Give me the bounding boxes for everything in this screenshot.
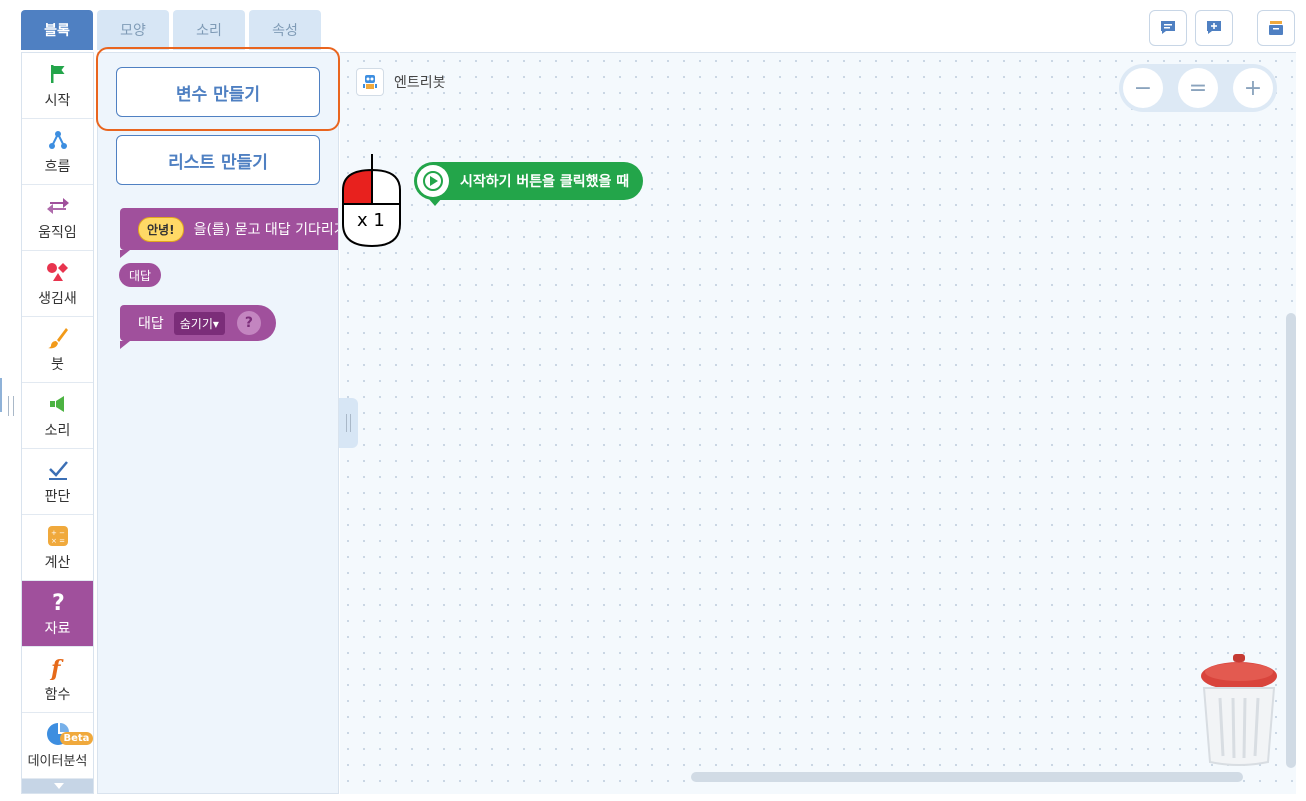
block-palette: 변수 만들기 리스트 만들기 안녕! 을(를) 묻고 대답 기다리기 대답 대답… [97,52,339,794]
answer-block[interactable]: 대답 [119,263,162,287]
comment-icon [1161,21,1175,34]
chevron-down-icon [53,783,64,789]
shapes-icon [46,262,68,281]
svg-text:?: ? [52,591,65,614]
category-sidebar: 시작 흐름 움직임 생김새 붓 소리 판단 + − × = 계산 ? 자료 f … [21,52,94,794]
visibility-dropdown[interactable]: 숨기기▾ [173,311,225,335]
answer-visibility-block[interactable]: 대답 숨기기▾ ? [120,305,276,341]
flag-icon [50,64,64,83]
category-looks[interactable]: 생김새 [22,251,93,317]
play-icon [417,165,449,197]
start-block-notch [428,198,442,206]
zoom-controls: − = + [1119,64,1277,112]
beta-badge: Beta [59,732,93,745]
horizontal-scrollbar[interactable] [691,772,1243,782]
ask-text-input[interactable]: 안녕! [138,216,184,242]
category-label: 계산 [44,554,71,571]
move-arrows-icon [46,197,69,214]
category-start[interactable]: 시작 [22,53,93,119]
category-label: 시작 [44,92,71,109]
category-label: 생김새 [38,290,77,307]
add-comment-icon [1207,21,1221,34]
function-icon: f [49,656,64,680]
category-sound[interactable]: 소리 [22,383,93,449]
tab-blocks[interactable]: 블록 [21,10,93,50]
svg-text:f: f [49,656,64,680]
category-label: 흐름 [44,158,71,175]
category-label: 데이터분석 [27,754,88,769]
ask-block-label: 을(를) 묻고 대답 기다리기 [193,222,339,238]
question-icon: ? [52,591,65,614]
category-data[interactable]: ? 자료 [22,581,93,647]
category-label: 붓 [51,356,64,373]
trash-can-icon[interactable] [1198,654,1280,770]
category-move[interactable]: 움직임 [22,185,93,251]
category-label: 소리 [44,422,71,439]
object-name: 엔트리봇 [394,75,446,91]
check-icon [48,460,68,480]
when-start-clicked-block[interactable]: 시작하기 버튼을 클릭했을 때 [414,162,644,200]
add-comment-button[interactable] [1195,10,1233,46]
answer-visibility-label: 대답 [138,316,164,332]
category-calc[interactable]: + − × = 계산 [22,515,93,581]
vertical-scrollbar[interactable] [1286,313,1296,768]
brush-icon [47,327,68,348]
highlight-outline [96,47,340,131]
category-scroll-down-button[interactable] [22,779,93,793]
help-icon[interactable]: ? [236,311,261,335]
current-object: 엔트리봇 [356,68,446,96]
category-label: 판단 [44,488,71,505]
category-label: 자료 [44,620,71,637]
zoom-out-button[interactable]: − [1123,68,1163,108]
tab-sounds[interactable]: 소리 [173,10,245,50]
comment-button[interactable] [1149,10,1187,46]
category-function[interactable]: f 함수 [22,647,93,713]
tab-shapes[interactable]: 모양 [97,10,169,50]
start-block-label: 시작하기 버튼을 클릭했을 때 [460,174,630,190]
speaker-icon [49,395,64,412]
ask-and-wait-block[interactable]: 안녕! 을(를) 묻고 대답 기다리기 [120,208,339,250]
category-brush[interactable]: 붓 [22,317,93,383]
zoom-reset-button[interactable]: = [1178,68,1218,108]
category-label: 움직임 [38,224,77,241]
mouse-click-indicator: x 1 [342,154,404,253]
flow-icon [48,130,67,149]
block-notch [120,250,130,258]
left-resize-handle[interactable] [8,396,14,416]
make-list-button[interactable]: 리스트 만들기 [116,135,320,185]
category-judge[interactable]: 판단 [22,449,93,515]
svg-text:× =: × = [51,537,65,545]
click-count: x 1 [357,210,385,231]
entrybot-icon [356,68,384,96]
category-data-analysis[interactable]: Beta 데이터분석 [22,713,93,779]
calculator-icon: + −× = [47,525,68,546]
archive-button[interactable] [1257,10,1295,46]
zoom-in-button[interactable]: + [1233,68,1273,108]
palette-collapse-handle[interactable] [339,398,358,448]
left-edge-indicator [0,378,2,412]
block-notch [120,341,130,349]
tab-bar: 블록 모양 소리 속성 [21,10,325,50]
tab-properties[interactable]: 속성 [249,10,321,50]
archive-icon [1269,21,1283,35]
category-flow[interactable]: 흐름 [22,119,93,185]
svg-text:+ −: + − [51,529,65,537]
category-label: 함수 [44,686,71,703]
